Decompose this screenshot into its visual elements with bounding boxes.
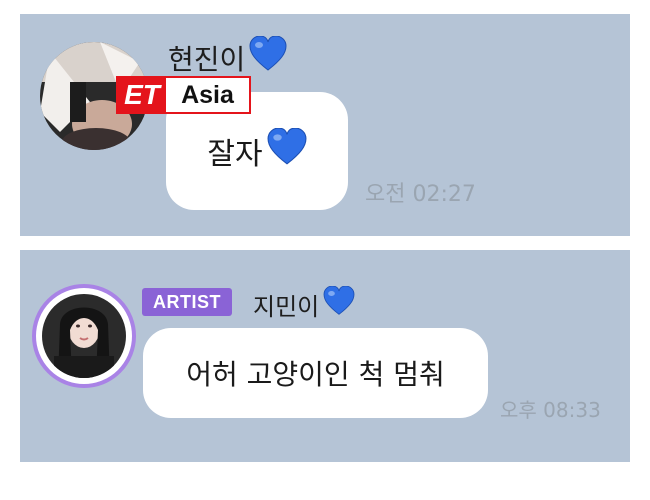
sender-name-text: 지민이 — [253, 292, 320, 321]
message-text: 잘자 — [207, 137, 263, 172]
blue-heart-icon — [323, 285, 355, 322]
chat-panel-top: 현진이 잘자 오전 02:27 — [20, 14, 630, 236]
logo-asia-text: Asia — [181, 80, 234, 109]
logo-et-mark: ET — [118, 78, 166, 112]
sender-name-hyunjin: 현진이 — [168, 35, 287, 79]
sender-name-jimin: 지민이 — [253, 285, 355, 322]
et-asia-logo: ET Asia — [116, 76, 251, 114]
avatar-jimin — [42, 294, 126, 378]
message-text: 어허 고양이인 척 멈춰 — [186, 358, 445, 391]
avatar-photo-jimin — [42, 294, 126, 378]
blue-heart-icon — [267, 127, 307, 174]
chat-panel-bottom: ARTIST 지민이 어허 고양이인 척 멈춰 오후 08:33 — [20, 250, 630, 462]
blue-heart-icon — [249, 35, 287, 79]
artist-badge: ARTIST — [142, 288, 232, 316]
sender-name-text: 현진이 — [168, 42, 246, 76]
message-bubble-bottom[interactable]: 어허 고양이인 척 멈춰 — [143, 328, 488, 418]
message-timestamp: 오후 08:33 — [500, 398, 601, 422]
avatar-ring-jimin[interactable] — [32, 284, 136, 388]
message-timestamp: 오전 02:27 — [365, 182, 476, 207]
